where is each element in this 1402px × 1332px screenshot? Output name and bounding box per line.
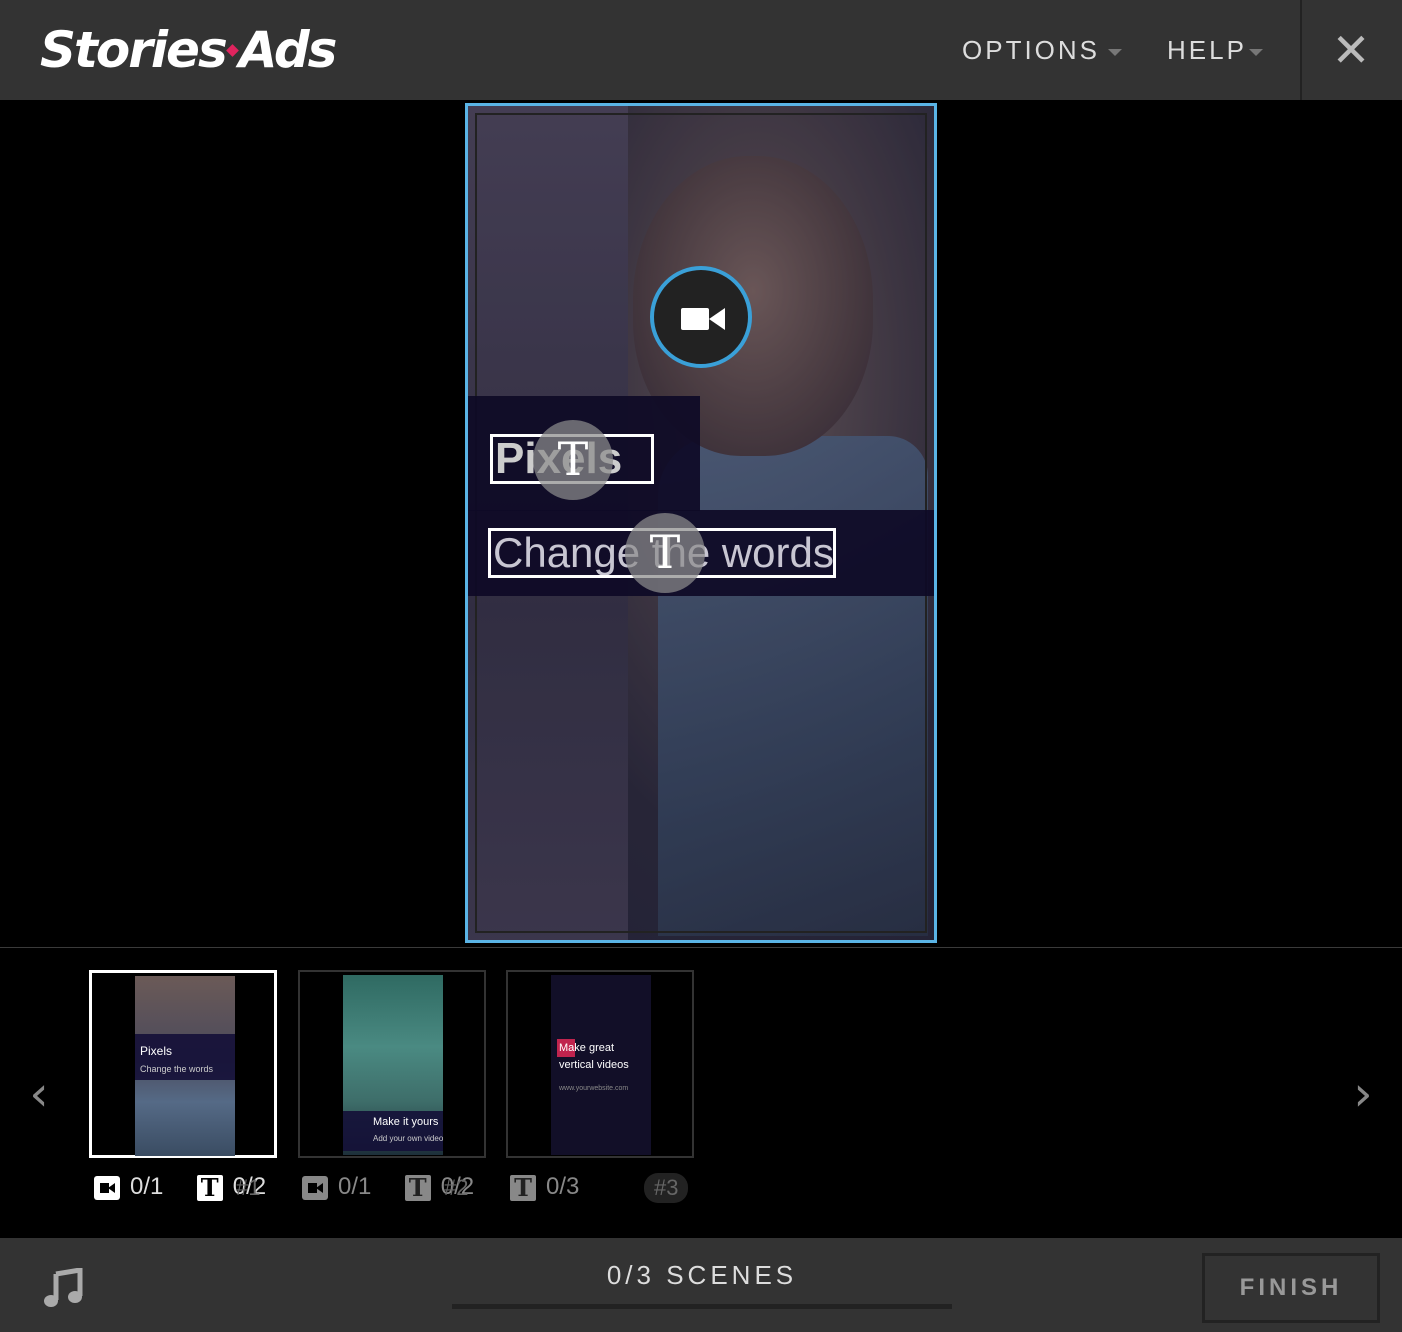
close-button[interactable]: ✕ — [1320, 20, 1382, 80]
text-icon: T — [510, 1174, 536, 1201]
logo-text-ads: Ads — [238, 21, 338, 79]
scene-thumbnail-2[interactable]: Make it yours Add your own video — [298, 970, 486, 1158]
help-menu[interactable]: HELP — [1167, 32, 1263, 68]
video-camera-lens-icon — [709, 308, 725, 330]
text-icon: T — [404, 1174, 431, 1201]
scene-2-number-badge: #2 — [444, 1174, 469, 1200]
scene-3-title-line2: vertical videos — [559, 1059, 629, 1071]
scene-1-number-badge: #1 — [236, 1174, 261, 1200]
next-scenes-arrow[interactable]: › — [1348, 1070, 1378, 1118]
scene-2-preview: Make it yours Add your own video — [343, 975, 443, 1155]
video-camera-icon — [681, 308, 709, 330]
logo-diamond-icon — [225, 44, 239, 57]
scene-2-video-count: 0/1 — [338, 1173, 372, 1200]
scene-3-title-line1: Make great — [559, 1042, 615, 1054]
scenes-progress-label: 0/3 SCENES — [606, 1260, 798, 1290]
finish-button[interactable]: FINISH — [1202, 1253, 1380, 1323]
scene-3-number-badge: #3 — [644, 1172, 689, 1203]
chevron-down-icon — [1248, 48, 1263, 56]
prev-scenes-arrow[interactable]: ‹ — [24, 1070, 54, 1118]
scene-1-video-count: 0/1 — [130, 1173, 164, 1200]
app-logo: Stories Ads — [40, 20, 338, 80]
preview-stage: Pixels Change the words T T — [0, 100, 1402, 948]
music-note-icon[interactable] — [44, 1268, 84, 1308]
scene-2-subtitle: Add your own video — [373, 1134, 443, 1143]
scene-3-preview: Make great vertical videos www.yourwebsi… — [551, 975, 651, 1155]
scene-canvas[interactable]: Pixels Change the words T T — [465, 103, 937, 943]
stage-divider — [0, 947, 1402, 948]
scene-3-stats: T 0/3 — [510, 1172, 579, 1202]
video-camera-icon — [94, 1175, 120, 1200]
scene-1-subtitle: Change the words — [140, 1064, 214, 1074]
chevron-down-icon — [1108, 48, 1123, 56]
scene-thumbnail-1[interactable]: Pixels Change the words — [89, 970, 277, 1158]
bottom-bar: 0/3 SCENES FINISH — [0, 1238, 1402, 1332]
options-menu[interactable]: OPTIONS — [962, 32, 1123, 68]
scene-thumbnail-3[interactable]: Make great vertical videos www.yourwebsi… — [506, 970, 694, 1158]
text-icon: T — [196, 1174, 223, 1201]
add-video-button[interactable] — [650, 266, 752, 368]
header-divider — [1300, 0, 1302, 100]
logo-text-stories: Stories — [40, 21, 228, 79]
scene-2-title: Make it yours — [373, 1116, 439, 1128]
edit-title-text-button[interactable]: T — [533, 420, 613, 500]
options-label: OPTIONS — [962, 35, 1101, 65]
scene-1-preview: Pixels Change the words — [135, 976, 235, 1156]
scene-3-subtitle: www.yourwebsite.com — [559, 1085, 629, 1092]
help-label: HELP — [1167, 35, 1247, 65]
scenes-progress-bar — [452, 1304, 952, 1309]
video-camera-icon — [302, 1175, 328, 1200]
top-bar: Stories Ads OPTIONS HELP ✕ — [0, 0, 1402, 100]
edit-subtitle-text-button[interactable]: T — [625, 513, 705, 593]
scene-1-title: Pixels — [140, 1044, 173, 1058]
scene-3-text-count: 0/3 — [546, 1173, 580, 1200]
